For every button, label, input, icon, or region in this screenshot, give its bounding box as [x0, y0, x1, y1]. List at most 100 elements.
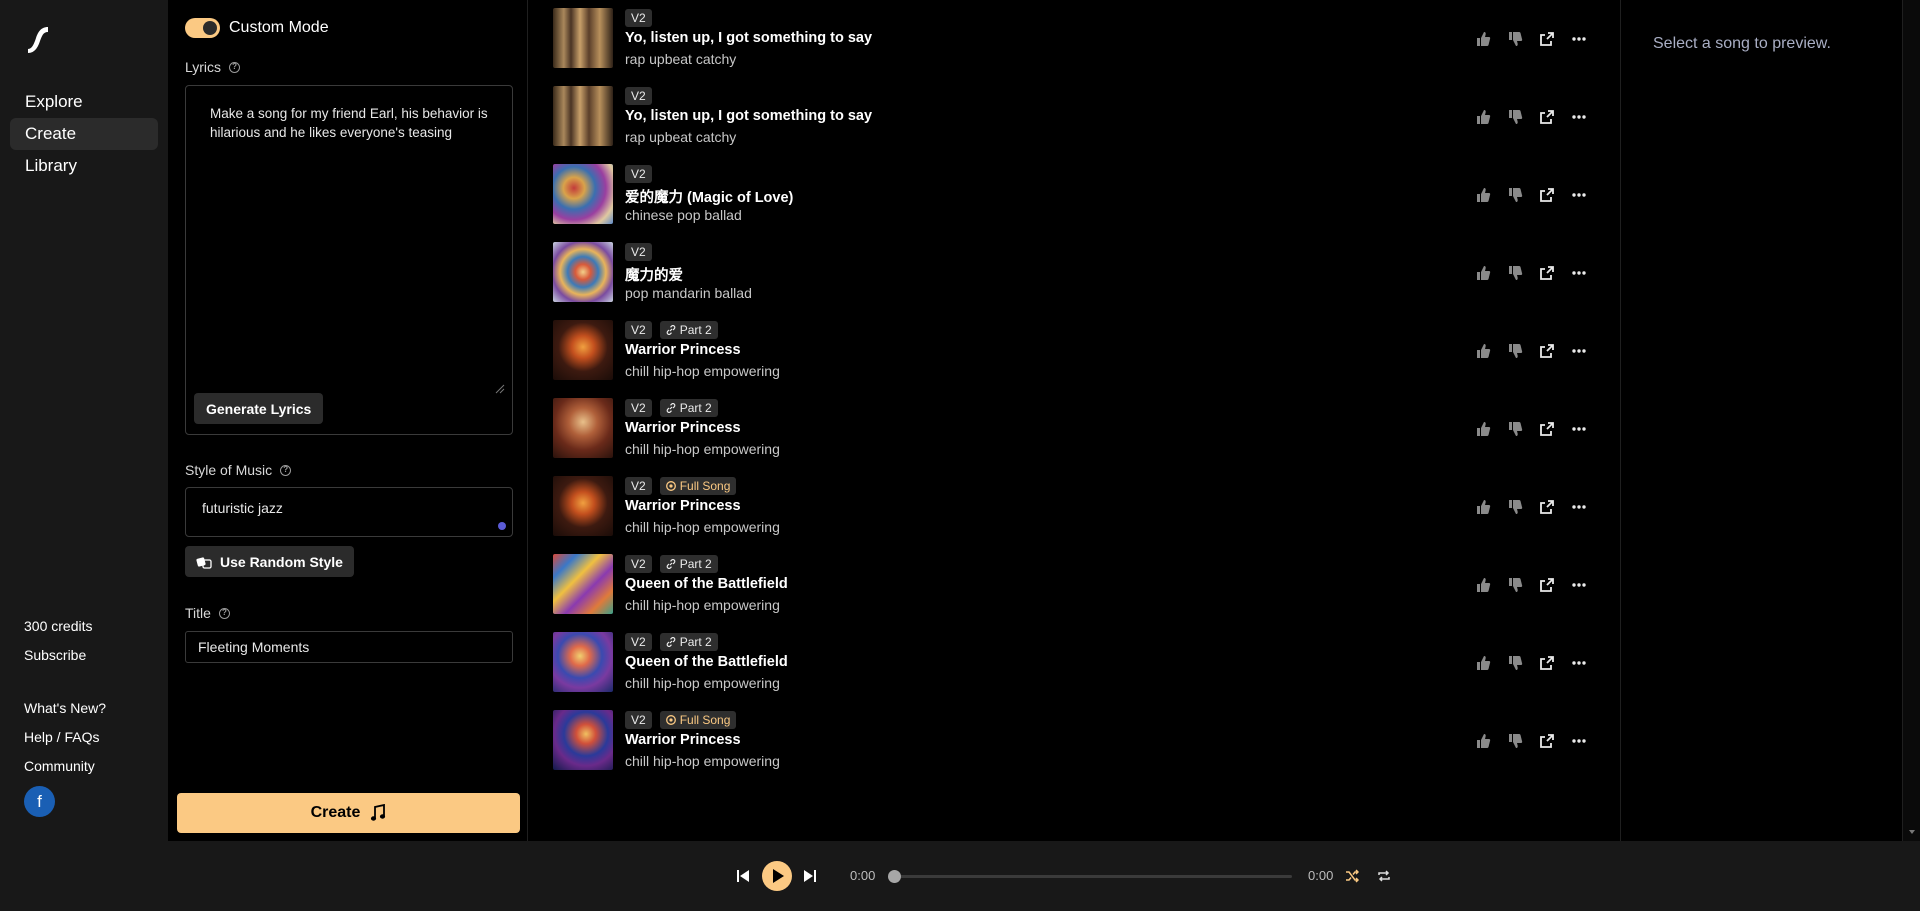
thumbs-down-icon[interactable]	[1507, 343, 1523, 359]
scrollbar[interactable]	[1902, 0, 1920, 841]
share-icon[interactable]	[1539, 343, 1555, 359]
use-random-style-button[interactable]: Use Random Style	[185, 546, 354, 577]
thumbs-up-icon[interactable]	[1475, 343, 1491, 359]
thumbs-up-icon[interactable]	[1475, 499, 1491, 515]
scroll-down-icon[interactable]	[1903, 827, 1920, 837]
song-tags[interactable]: chill hip-hop empowering	[625, 597, 780, 613]
song-row[interactable]: V2 爱的魔力 (Magic of Love) chinese pop ball…	[553, 164, 1613, 226]
song-cover-image[interactable]	[553, 554, 613, 614]
song-title[interactable]: Warrior Princess	[625, 342, 741, 358]
song-tags[interactable]: rap upbeat catchy	[625, 129, 736, 145]
previous-track-icon[interactable]	[736, 868, 750, 884]
thumbs-down-icon[interactable]	[1507, 577, 1523, 593]
shuffle-icon[interactable]	[1345, 869, 1359, 883]
thumbs-down-icon[interactable]	[1507, 31, 1523, 47]
share-icon[interactable]	[1539, 31, 1555, 47]
song-cover-image[interactable]	[553, 164, 613, 224]
generate-lyrics-button[interactable]: Generate Lyrics	[194, 393, 324, 424]
more-options-icon[interactable]	[1571, 31, 1587, 47]
thumbs-down-icon[interactable]	[1507, 499, 1523, 515]
more-options-icon[interactable]	[1571, 109, 1587, 125]
share-icon[interactable]	[1539, 265, 1555, 281]
song-row[interactable]: V2 Part 2 Warrior Princess chill hip-hop…	[553, 398, 1613, 460]
song-row[interactable]: V2 Yo, listen up, I got something to say…	[553, 86, 1613, 148]
song-cover-image[interactable]	[553, 86, 613, 146]
song-tags[interactable]: chill hip-hop empowering	[625, 675, 780, 691]
song-tags[interactable]: pop mandarin ballad	[625, 285, 752, 301]
more-options-icon[interactable]	[1571, 655, 1587, 671]
song-title[interactable]: Yo, listen up, I got something to say	[625, 108, 872, 124]
share-icon[interactable]	[1539, 109, 1555, 125]
song-row[interactable]: V2 Full Song Warrior Princess chill hip-…	[553, 476, 1613, 538]
song-title[interactable]: Warrior Princess	[625, 732, 741, 748]
nav-item-library[interactable]: Library	[10, 150, 158, 182]
thumbs-up-icon[interactable]	[1475, 265, 1491, 281]
song-title[interactable]: Queen of the Battlefield	[625, 654, 788, 670]
community-link[interactable]: Community	[24, 758, 95, 774]
song-title[interactable]: 爱的魔力 (Magic of Love)	[625, 186, 793, 207]
progress-knob[interactable]	[888, 870, 901, 883]
thumbs-down-icon[interactable]	[1507, 265, 1523, 281]
custom-mode-toggle[interactable]	[185, 18, 220, 38]
help-link[interactable]: Help / FAQs	[24, 729, 99, 745]
share-icon[interactable]	[1539, 655, 1555, 671]
song-row[interactable]: V2 Yo, listen up, I got something to say…	[553, 8, 1613, 70]
share-icon[interactable]	[1539, 577, 1555, 593]
song-tags[interactable]: rap upbeat catchy	[625, 51, 736, 67]
more-options-icon[interactable]	[1571, 499, 1587, 515]
song-tags[interactable]: chinese pop ballad	[625, 207, 742, 223]
thumbs-up-icon[interactable]	[1475, 31, 1491, 47]
thumbs-up-icon[interactable]	[1475, 733, 1491, 749]
song-cover-image[interactable]	[553, 710, 613, 770]
song-tags[interactable]: chill hip-hop empowering	[625, 519, 780, 535]
song-title[interactable]: 魔力的爱	[625, 264, 683, 285]
share-icon[interactable]	[1539, 421, 1555, 437]
repeat-icon[interactable]	[1377, 869, 1391, 883]
share-icon[interactable]	[1539, 499, 1555, 515]
thumbs-up-icon[interactable]	[1475, 655, 1491, 671]
song-tags[interactable]: chill hip-hop empowering	[625, 441, 780, 457]
song-row[interactable]: V2 Full Song Warrior Princess chill hip-…	[553, 710, 1613, 772]
help-icon[interactable]: ?	[280, 464, 292, 476]
more-options-icon[interactable]	[1571, 343, 1587, 359]
song-row[interactable]: V2 Part 2 Warrior Princess chill hip-hop…	[553, 320, 1613, 382]
song-cover-image[interactable]	[553, 242, 613, 302]
song-cover-image[interactable]	[553, 398, 613, 458]
thumbs-down-icon[interactable]	[1507, 655, 1523, 671]
thumbs-down-icon[interactable]	[1507, 733, 1523, 749]
play-button[interactable]	[762, 861, 792, 891]
song-tags[interactable]: chill hip-hop empowering	[625, 363, 780, 379]
song-cover-image[interactable]	[553, 476, 613, 536]
song-row[interactable]: V2 Part 2 Queen of the Battlefield chill…	[553, 632, 1613, 694]
song-title[interactable]: Queen of the Battlefield	[625, 576, 788, 592]
song-row[interactable]: V2 魔力的爱 pop mandarin ballad	[553, 242, 1613, 304]
title-input[interactable]: Fleeting Moments	[185, 631, 513, 663]
thumbs-down-icon[interactable]	[1507, 421, 1523, 437]
style-input[interactable]: futuristic jazz	[185, 487, 513, 537]
resize-handle-icon[interactable]	[495, 384, 505, 394]
song-row[interactable]: V2 Part 2 Queen of the Battlefield chill…	[553, 554, 1613, 616]
thumbs-up-icon[interactable]	[1475, 421, 1491, 437]
thumbs-up-icon[interactable]	[1475, 187, 1491, 203]
thumbs-down-icon[interactable]	[1507, 187, 1523, 203]
more-options-icon[interactable]	[1571, 733, 1587, 749]
thumbs-down-icon[interactable]	[1507, 109, 1523, 125]
thumbs-up-icon[interactable]	[1475, 577, 1491, 593]
song-cover-image[interactable]	[553, 632, 613, 692]
logo-icon[interactable]	[22, 22, 54, 54]
thumbs-up-icon[interactable]	[1475, 109, 1491, 125]
help-icon[interactable]: ?	[218, 607, 230, 619]
song-cover-image[interactable]	[553, 8, 613, 68]
user-avatar[interactable]: f	[24, 786, 55, 817]
more-options-icon[interactable]	[1571, 265, 1587, 281]
nav-item-create[interactable]: Create	[10, 118, 158, 150]
nav-item-explore[interactable]: Explore	[10, 86, 158, 118]
more-options-icon[interactable]	[1571, 577, 1587, 593]
song-cover-image[interactable]	[553, 320, 613, 380]
song-tags[interactable]: chill hip-hop empowering	[625, 753, 780, 769]
song-title[interactable]: Yo, listen up, I got something to say	[625, 30, 872, 46]
lyrics-textarea[interactable]: Make a song for my friend Earl, his beha…	[186, 86, 512, 396]
progress-track[interactable]	[894, 875, 1292, 878]
share-icon[interactable]	[1539, 187, 1555, 203]
next-track-icon[interactable]	[803, 868, 817, 884]
